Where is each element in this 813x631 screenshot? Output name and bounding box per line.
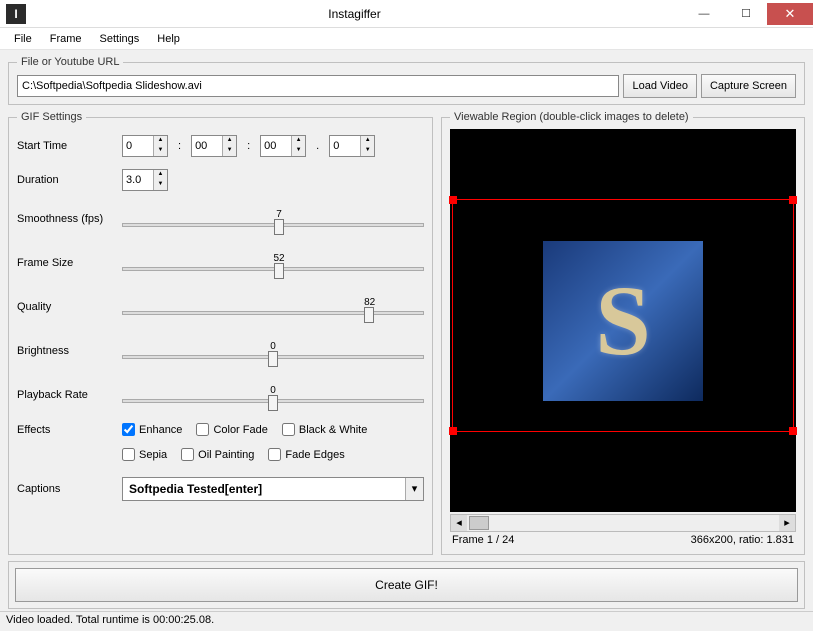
- start-ms-spinner[interactable]: ▲▼: [329, 135, 375, 157]
- smoothness-label: Smoothness (fps): [17, 213, 122, 225]
- url-input[interactable]: [17, 75, 619, 97]
- menu-file[interactable]: File: [6, 31, 40, 47]
- crop-handle-tr[interactable]: [789, 196, 797, 204]
- quality-label: Quality: [17, 301, 122, 313]
- minimize-button[interactable]: —: [683, 3, 725, 25]
- viewable-region-fieldset: Viewable Region (double-click images to …: [441, 111, 805, 555]
- effects-label: Effects: [17, 424, 122, 436]
- close-button[interactable]: ✕: [767, 3, 813, 25]
- maximize-button[interactable]: ☐: [725, 3, 767, 25]
- quality-slider[interactable]: 82: [122, 299, 424, 315]
- preview-scrollbar[interactable]: ◂ ▸: [450, 514, 796, 532]
- colorfade-checkbox[interactable]: Color Fade: [196, 423, 267, 436]
- captions-label: Captions: [17, 483, 122, 495]
- sepia-checkbox[interactable]: Sepia: [122, 448, 167, 461]
- captions-input[interactable]: [123, 478, 405, 500]
- url-legend: File or Youtube URL: [17, 56, 123, 68]
- smoothness-slider[interactable]: 7: [122, 211, 424, 227]
- menu-frame[interactable]: Frame: [42, 31, 90, 47]
- app-icon: I: [6, 4, 26, 24]
- capture-screen-button[interactable]: Capture Screen: [701, 74, 796, 98]
- window-title: Instagiffer: [26, 7, 683, 21]
- frame-counter: Frame 1 / 24: [452, 534, 514, 546]
- scroll-right-icon[interactable]: ▸: [779, 515, 795, 531]
- bw-checkbox[interactable]: Black & White: [282, 423, 367, 436]
- crop-region[interactable]: [452, 199, 794, 432]
- load-video-button[interactable]: Load Video: [623, 74, 696, 98]
- crop-handle-br[interactable]: [789, 427, 797, 435]
- start-hours-spinner[interactable]: ▲▼: [122, 135, 168, 157]
- menu-settings[interactable]: Settings: [92, 31, 148, 47]
- status-bar: Video loaded. Total runtime is 00:00:25.…: [0, 611, 813, 631]
- crop-handle-bl[interactable]: [449, 427, 457, 435]
- menubar: File Frame Settings Help: [0, 28, 813, 50]
- duration-spinner[interactable]: ▲▼: [122, 169, 168, 191]
- gif-settings-fieldset: GIF Settings Start Time ▲▼ : ▲▼ : ▲▼ . ▲…: [8, 111, 433, 555]
- framesize-slider[interactable]: 52: [122, 255, 424, 271]
- scroll-left-icon[interactable]: ◂: [451, 515, 467, 531]
- captions-combo[interactable]: ▾: [122, 477, 424, 501]
- playback-label: Playback Rate: [17, 389, 122, 401]
- view-legend: Viewable Region (double-click images to …: [450, 111, 693, 123]
- menu-help[interactable]: Help: [149, 31, 188, 47]
- crop-handle-tl[interactable]: [449, 196, 457, 204]
- chevron-down-icon[interactable]: ▾: [405, 478, 423, 500]
- start-seconds-spinner[interactable]: ▲▼: [260, 135, 306, 157]
- duration-label: Duration: [17, 174, 122, 186]
- scroll-thumb[interactable]: [469, 516, 489, 530]
- preview-area[interactable]: S: [450, 129, 796, 512]
- fade-checkbox[interactable]: Fade Edges: [268, 448, 344, 461]
- brightness-label: Brightness: [17, 345, 122, 357]
- titlebar: I Instagiffer — ☐ ✕: [0, 0, 813, 28]
- create-fieldset: Create GIF!: [8, 561, 805, 609]
- start-minutes-spinner[interactable]: ▲▼: [191, 135, 237, 157]
- create-gif-button[interactable]: Create GIF!: [15, 568, 798, 602]
- start-time-label: Start Time: [17, 140, 122, 152]
- framesize-label: Frame Size: [17, 257, 122, 269]
- enhance-checkbox[interactable]: Enhance: [122, 423, 182, 436]
- brightness-slider[interactable]: 0: [122, 343, 424, 359]
- url-fieldset: File or Youtube URL Load Video Capture S…: [8, 56, 805, 105]
- gif-legend: GIF Settings: [17, 111, 86, 123]
- oil-checkbox[interactable]: Oil Painting: [181, 448, 254, 461]
- dimension-info: 366x200, ratio: 1.831: [691, 534, 794, 546]
- playback-slider[interactable]: 0: [122, 387, 424, 403]
